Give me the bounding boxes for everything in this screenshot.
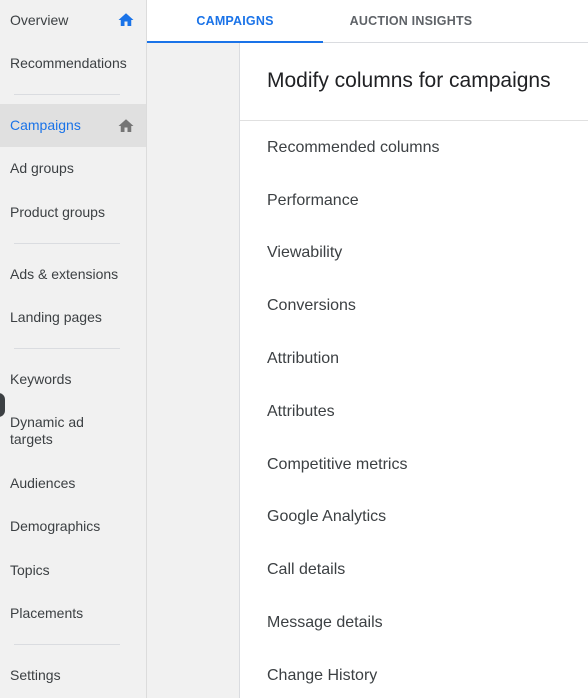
sidebar-item-label: Dynamic ad targets <box>10 414 84 447</box>
sidebar: Overview Recommendations Campaigns Ad gr… <box>0 0 147 698</box>
sidebar-divider <box>14 644 120 645</box>
sidebar-item-label: Keywords <box>10 370 72 387</box>
column-category-change-history[interactable]: Change History <box>267 667 377 685</box>
sidebar-item-label: Placements <box>10 604 84 621</box>
sidebar-item-label: Audiences <box>10 474 76 491</box>
collapse-handle[interactable] <box>0 393 5 417</box>
column-category-attribution[interactable]: Attribution <box>267 350 339 368</box>
column-category-viewability[interactable]: Viewability <box>267 244 342 262</box>
sidebar-item-label: Campaigns <box>10 117 81 133</box>
column-category-google-analytics[interactable]: Google Analytics <box>267 508 386 526</box>
sidebar-item-keywords[interactable]: Keywords <box>0 359 146 399</box>
column-category-competitive-metrics[interactable]: Competitive metrics <box>267 456 407 474</box>
tab-campaigns[interactable]: CAMPAIGNS <box>147 0 323 43</box>
sidebar-item-product-groups[interactable]: Product groups <box>0 192 146 232</box>
sidebar-item-audiences[interactable]: Audiences <box>0 463 146 503</box>
panel-divider <box>240 120 588 121</box>
sidebar-item-label: Landing pages <box>10 308 102 325</box>
sidebar-item-campaigns[interactable]: Campaigns <box>0 104 146 147</box>
sidebar-item-label: Product groups <box>10 203 105 220</box>
sidebar-divider <box>14 94 120 95</box>
sidebar-divider <box>14 243 120 244</box>
tab-auction-insights[interactable]: AUCTION INSIGHTS <box>323 0 499 42</box>
sidebar-item-label: Ads & extensions <box>10 265 119 282</box>
background-strip <box>147 43 240 698</box>
column-category-call-details[interactable]: Call details <box>267 561 345 579</box>
sidebar-item-label: Settings <box>10 666 61 683</box>
sidebar-item-label: Overview <box>10 11 69 28</box>
sidebar-divider <box>14 348 120 349</box>
sidebar-item-demographics[interactable]: Demographics <box>0 506 146 546</box>
home-icon[interactable] <box>117 117 135 135</box>
home-icon[interactable] <box>117 11 135 29</box>
sidebar-item-settings[interactable]: Settings <box>0 655 146 695</box>
sidebar-item-label: Recommendations <box>10 54 127 71</box>
sidebar-item-ad-groups[interactable]: Ad groups <box>0 148 146 188</box>
tab-label: CAMPAIGNS <box>196 14 274 28</box>
column-category-message-details[interactable]: Message details <box>267 614 383 632</box>
sidebar-item-label: Ad groups <box>10 159 74 176</box>
sidebar-item-overview[interactable]: Overview <box>0 0 146 40</box>
tab-label: AUCTION INSIGHTS <box>349 14 473 28</box>
column-category-attributes[interactable]: Attributes <box>267 403 335 421</box>
column-category-performance[interactable]: Performance <box>267 192 359 210</box>
sidebar-item-ads-extensions[interactable]: Ads & extensions <box>0 254 146 294</box>
sidebar-item-placements[interactable]: Placements <box>0 593 146 633</box>
panel-title: Modify columns for campaigns <box>267 69 551 92</box>
sidebar-item-dynamic-ad-targets[interactable]: Dynamic ad targets <box>0 408 146 454</box>
modify-columns-panel: Modify columns for campaigns Recommended… <box>240 43 588 698</box>
sidebar-item-topics[interactable]: Topics <box>0 550 146 590</box>
sidebar-item-label: Demographics <box>10 517 101 534</box>
tab-bar: CAMPAIGNS AUCTION INSIGHTS <box>147 0 588 43</box>
sidebar-item-landing-pages[interactable]: Landing pages <box>0 297 146 337</box>
column-category-recommended[interactable]: Recommended columns <box>267 139 440 157</box>
sidebar-item-recommendations[interactable]: Recommendations <box>0 43 146 83</box>
sidebar-item-label: Topics <box>10 561 50 578</box>
column-category-conversions[interactable]: Conversions <box>267 297 356 315</box>
